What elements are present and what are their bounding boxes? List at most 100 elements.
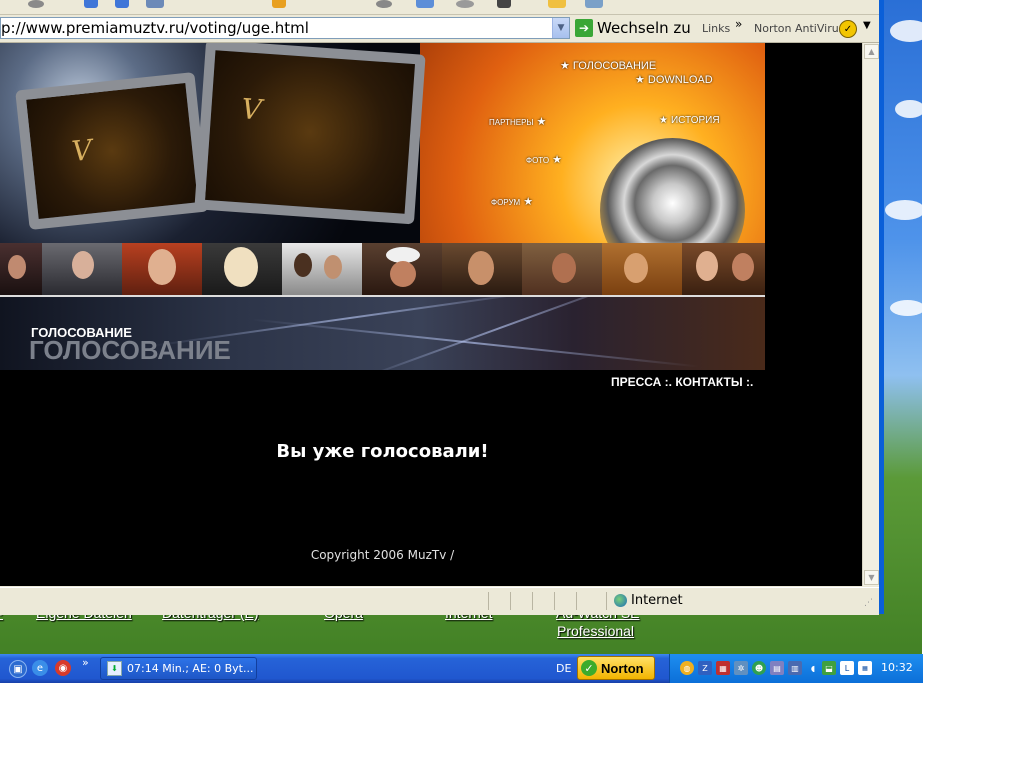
favorites-icon[interactable] <box>272 0 286 8</box>
nav-link-history[interactable]: ★ ИСТОРИЯ <box>656 115 720 126</box>
network-connection-icon[interactable]: ▥ <box>788 661 802 675</box>
toolbar-icon[interactable] <box>548 0 566 8</box>
status-bar: Internet ⋰ <box>0 587 879 615</box>
status-divider <box>488 592 489 610</box>
artist-photo <box>602 243 682 295</box>
taskbar-window-button[interactable]: ⬇ 07:14 Min.; AE: 0 Byt... <box>100 657 257 680</box>
toolbar-icon[interactable] <box>376 0 392 8</box>
quicklaunch-chevron-icon[interactable]: » <box>82 656 89 669</box>
section-title-shadow: ГОЛОСОВАНИЕ <box>29 335 231 365</box>
artist-photo <box>0 243 42 295</box>
norton-toolbar-icon[interactable]: ✓ <box>839 20 857 38</box>
status-divider <box>606 592 607 610</box>
toolbar-icon[interactable] <box>146 0 164 8</box>
toolbar-icon[interactable] <box>456 0 474 8</box>
artist-photo <box>282 243 362 295</box>
desktop-icon-ad-watch-line2[interactable]: Professional <box>557 623 634 639</box>
cloud <box>890 20 922 42</box>
nav-link-photo[interactable]: ФОТО ★ <box>526 153 565 166</box>
internet-zone-icon <box>614 594 627 607</box>
toolbar-icon[interactable] <box>497 0 511 8</box>
clock[interactable]: 10:32 <box>881 661 913 674</box>
film-frame-image: V <box>15 71 209 231</box>
tray-app-icon[interactable]: ▤ <box>770 661 784 675</box>
toolbar-icon[interactable] <box>416 0 434 8</box>
status-divider <box>554 592 555 610</box>
nav-link-download[interactable]: ★ DOWNLOAD <box>632 73 713 86</box>
taskbar-window-label: 07:14 Min.; AE: 0 Byt... <box>127 662 254 675</box>
artist-photo <box>42 243 122 295</box>
norton-label: Norton <box>601 660 644 676</box>
nav-link-partners[interactable]: ПАРТНЕРЫ ★ <box>489 115 549 128</box>
artist-photo <box>522 243 602 295</box>
network-icon[interactable]: ◍ <box>680 661 694 675</box>
press-link[interactable]: ПРЕССА :. <box>611 375 672 389</box>
browser-toolbar <box>0 0 879 15</box>
toolbar-icon[interactable] <box>585 0 603 8</box>
internet-explorer-icon[interactable]: e <box>32 660 48 676</box>
tray-app-icon[interactable]: ▦ <box>716 661 730 675</box>
go-button[interactable]: ➔ Wechseln zu <box>575 17 693 39</box>
language-indicator[interactable]: DE <box>556 662 571 675</box>
status-divider <box>576 592 577 610</box>
star-icon: ★ <box>659 115 668 126</box>
media-player-icon[interactable]: ◉ <box>55 660 71 676</box>
tray-app-icon[interactable]: ☻ <box>752 661 766 675</box>
already-voted-message: Вы уже голосовали! <box>276 441 489 462</box>
artist-photo-strip <box>0 243 765 297</box>
star-icon: ★ <box>552 154 562 166</box>
artist-photo <box>122 243 202 295</box>
nav-link-forum[interactable]: ФОРУМ ★ <box>491 195 536 208</box>
address-input[interactable]: p://www.premiamuztv.ru/voting/uge.html ▼ <box>0 17 570 39</box>
address-dropdown-icon[interactable]: ▼ <box>552 18 569 38</box>
star-icon: ★ <box>536 116 547 128</box>
section-banner: ГОЛОСОВАНИЕ ГОЛОСОВАНИЕ <box>0 297 765 370</box>
tray-app-icon[interactable]: Z <box>698 661 712 675</box>
site-banner: V V ★ ГОЛОСОВАНИЕ ★ DOWNLOAD ПАРТНЕРЫ ★ ★ ИС… <box>0 43 765 243</box>
norton-check-icon: ✓ <box>581 660 597 676</box>
banner-dial-graphic <box>600 138 745 243</box>
norton-dropdown-icon[interactable]: ▼ <box>863 20 871 31</box>
volume-icon[interactable]: ◖ <box>806 661 820 675</box>
artist-photo <box>362 243 442 295</box>
status-divider <box>532 592 533 610</box>
vertical-scrollbar[interactable]: ▲ ▼ <box>862 43 880 586</box>
nav-link-voting[interactable]: ★ ГОЛОСОВАНИЕ <box>557 59 656 72</box>
resize-grip-icon[interactable]: ⋰ <box>864 598 873 608</box>
toolbar-icon[interactable] <box>84 0 98 8</box>
banner-streak <box>251 318 699 368</box>
address-text: p://www.premiamuztv.ru/voting/uge.html <box>1 19 309 37</box>
norton-antivirus-toolbar-label[interactable]: Norton AntiVirus <box>754 22 844 35</box>
star-icon: ★ <box>560 60 570 72</box>
cloud <box>895 100 922 118</box>
cloud <box>890 300 922 316</box>
links-toolbar-label[interactable]: Links <box>702 22 730 35</box>
tray-app-icon[interactable]: L <box>840 661 854 675</box>
scroll-down-icon[interactable]: ▼ <box>864 570 879 585</box>
go-button-label: Wechseln zu <box>597 19 691 37</box>
status-divider <box>510 592 511 610</box>
press-contacts-links: ПРЕССА :. КОНТАКТЫ :. <box>611 375 753 389</box>
cloud <box>885 200 922 220</box>
show-desktop-icon[interactable]: ▣ <box>9 660 27 678</box>
copyright-text: Copyright 2006 MuzTv / <box>310 548 455 562</box>
download-window-icon: ⬇ <box>107 661 122 676</box>
back-button-icon[interactable] <box>28 0 44 8</box>
tray-app-icon[interactable]: ▦ <box>858 661 872 675</box>
artist-photo <box>442 243 522 295</box>
go-arrow-icon: ➔ <box>575 19 593 37</box>
toolbar-icon[interactable] <box>115 0 129 8</box>
contacts-link[interactable]: КОНТАКТЫ :. <box>675 375 753 389</box>
film-frame-image: V <box>194 43 426 225</box>
scroll-up-icon[interactable]: ▲ <box>864 44 879 59</box>
star-icon: ★ <box>635 74 645 86</box>
window-border[interactable] <box>879 0 884 614</box>
taskbar: ▣ e ◉ » ⬇ 07:14 Min.; AE: 0 Byt... DE ✓ … <box>0 654 923 683</box>
norton-status-button[interactable]: ✓ Norton <box>577 656 655 680</box>
tray-app-icon[interactable]: ✲ <box>734 661 748 675</box>
links-chevron-icon[interactable]: » <box>735 17 742 31</box>
page-viewport: V V ★ ГОЛОСОВАНИЕ ★ DOWNLOAD ПАРТНЕРЫ ★ ★ ИС… <box>0 43 862 586</box>
browser-window: p://www.premiamuztv.ru/voting/uge.html ▼… <box>0 0 882 615</box>
tray-app-icon[interactable]: ⬓ <box>822 661 836 675</box>
artist-photo <box>682 243 765 295</box>
